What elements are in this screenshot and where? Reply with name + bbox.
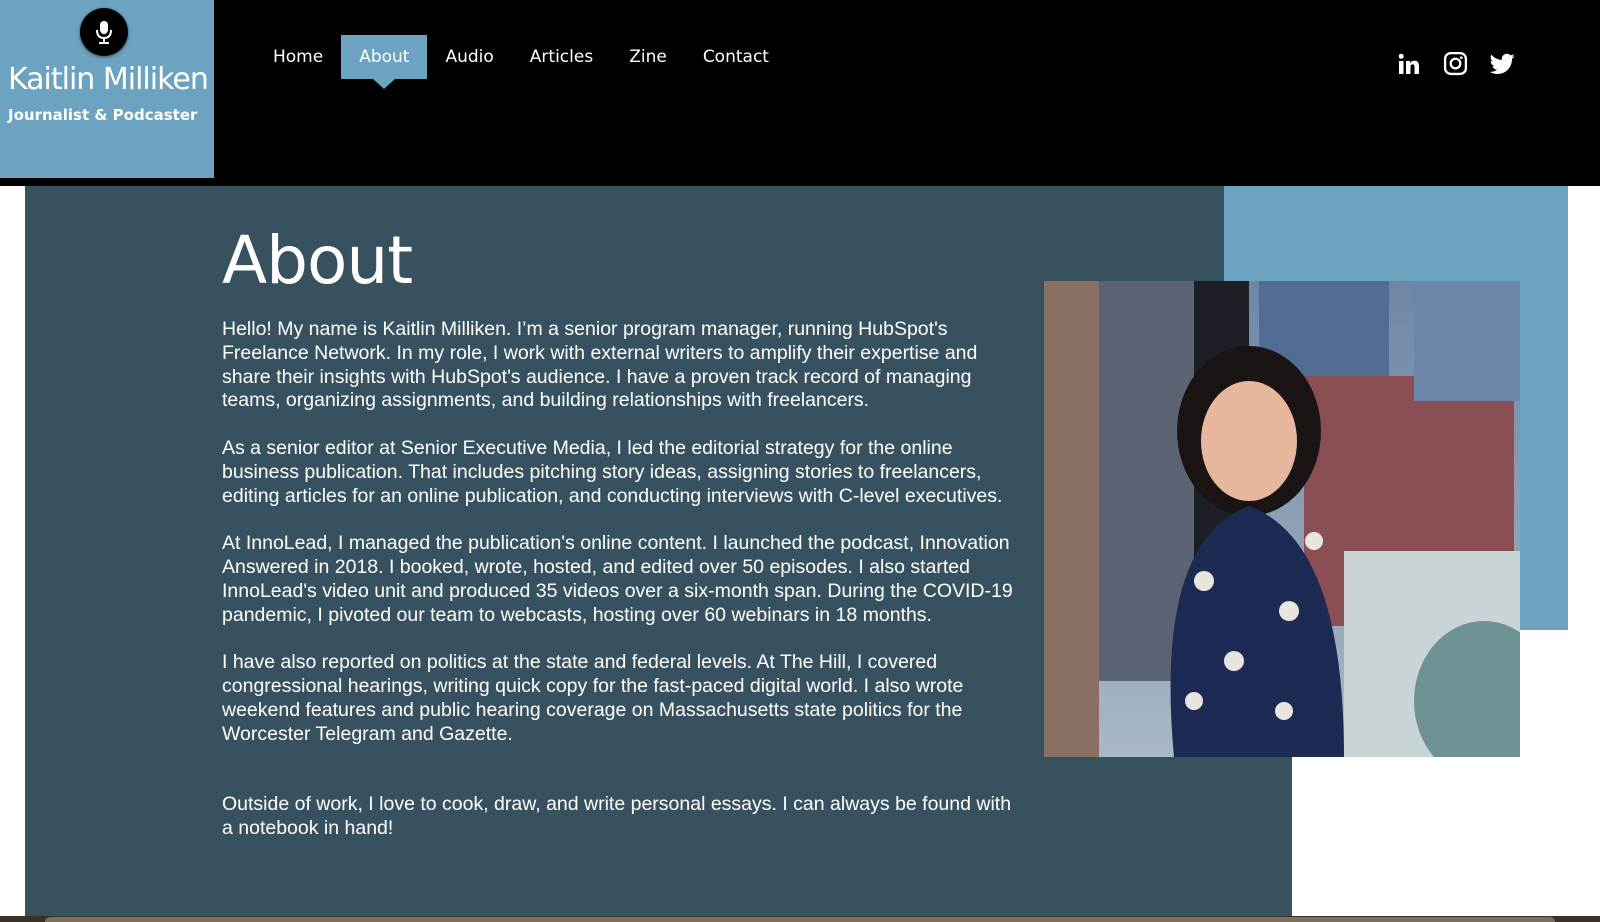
nav-about[interactable]: About [341,35,428,89]
bio-text: Hello! My name is Kaitlin Milliken. I’m … [222,318,1022,865]
bio-paragraph: I have also reported on politics at the … [222,651,964,745]
nav-audio[interactable]: Audio [427,35,511,79]
twitter-icon[interactable] [1489,50,1516,77]
bio-paragraph: At InnoLead, I managed the publication's… [222,532,1013,626]
nav-contact[interactable]: Contact [685,35,787,79]
site-logo[interactable]: Kaitlin Milliken Journalist & Podcaster [0,0,214,178]
site-name: Kaitlin Milliken [8,62,209,97]
site-tagline: Journalist & Podcaster [8,106,198,124]
microphone-icon [80,8,128,56]
nav-home[interactable]: Home [255,35,341,79]
dock-edge [45,917,1555,922]
nav-zine[interactable]: Zine [611,35,685,79]
social-links [1395,50,1516,77]
linkedin-icon[interactable] [1395,50,1422,77]
bio-paragraph: Outside of work, I love to cook, draw, a… [222,793,1012,840]
nav-articles[interactable]: Articles [512,35,611,79]
main-nav: Home About Audio Articles Zine Contact [255,35,787,89]
bio-paragraph: As a senior editor at Senior Executive M… [222,436,1003,507]
instagram-icon[interactable] [1442,50,1469,77]
window-bottom-edge [0,916,1600,922]
bio-paragraph: Hello! My name is Kaitlin Milliken. I’m … [222,318,978,412]
profile-photo [1044,281,1520,757]
site-header: Kaitlin Milliken Journalist & Podcaster … [0,0,1600,186]
page-title: About [222,222,413,299]
